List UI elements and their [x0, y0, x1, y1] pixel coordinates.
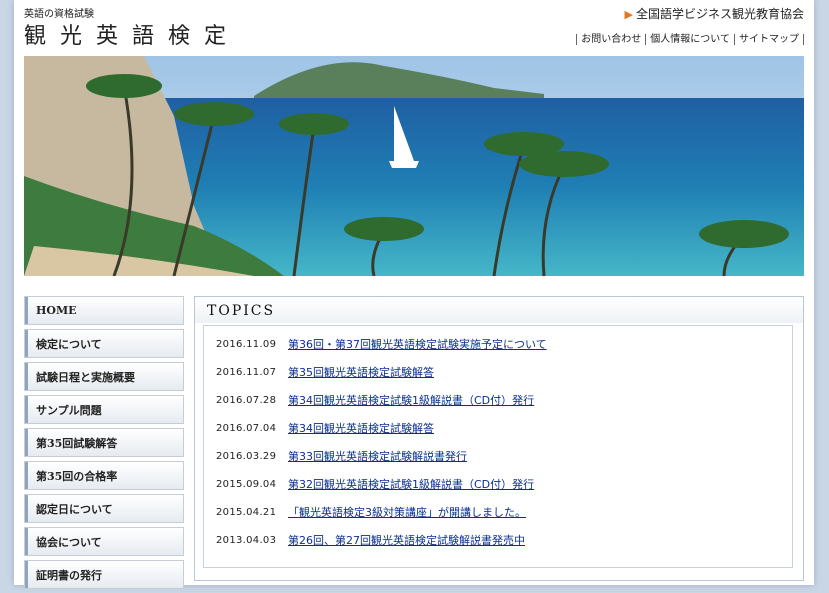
organization-link[interactable]: ▶ 全国語学ビジネス観光教育協会: [625, 5, 804, 22]
topics-panel: TOPICS 2016.11.09 第36回・第37回観光英語検定試験実施予定に…: [194, 296, 804, 581]
news-link[interactable]: 第34回観光英語検定試験1級解説書（CD付）発行: [288, 392, 534, 408]
hero-image: [24, 56, 804, 276]
news-link[interactable]: 第26回、第27回観光英語検定試験解説書発売中: [288, 532, 525, 548]
sidebar-item-sample-questions[interactable]: サンプル問題: [24, 395, 184, 424]
news-link[interactable]: 第35回観光英語検定試験解答: [288, 364, 434, 380]
utility-nav: お問い合わせ 個人情報について サイトマップ: [576, 30, 804, 45]
news-item: 2013.04.03 第26回、第27回観光英語検定試験解説書発売中: [216, 532, 525, 548]
news-date: 2015.04.21: [216, 506, 277, 518]
news-item: 2016.11.09 第36回・第37回観光英語検定試験実施予定について: [216, 336, 547, 352]
sidebar-item-about-exam[interactable]: 検定について: [24, 329, 184, 358]
sidebar-item-home[interactable]: HOME: [24, 296, 184, 325]
news-item: 2015.04.21 「観光英語検定3級対策講座」が開講しました。: [216, 504, 526, 520]
sidebar-item-association[interactable]: 協会について: [24, 527, 184, 556]
news-date: 2016.07.28: [216, 394, 277, 406]
news-link[interactable]: 第32回観光英語検定試験1級解説書（CD付）発行: [288, 476, 534, 492]
topics-list: 2016.11.09 第36回・第37回観光英語検定試験実施予定について 201…: [203, 325, 793, 568]
sidebar-item-pass-rate[interactable]: 第35回の合格率: [24, 461, 184, 490]
sidebar-item-certification-date[interactable]: 認定日について: [24, 494, 184, 523]
sitemap-link[interactable]: サイトマップ: [734, 34, 804, 45]
page-container: 英語の資格試験 観光英語検定 ▶ 全国語学ビジネス観光教育協会 お問い合わせ 個人情…: [14, 0, 814, 589]
news-item: 2016.11.07 第35回観光英語検定試験解答: [216, 364, 434, 380]
sidebar-item-schedule[interactable]: 試験日程と実施概要: [24, 362, 184, 391]
news-link[interactable]: 第34回観光英語検定試験解答: [288, 420, 434, 436]
news-link[interactable]: 第36回・第37回観光英語検定試験実施予定について: [288, 336, 547, 352]
sidebar-nav: HOME 検定について 試験日程と実施概要 サンプル問題 第35回試験解答 第3…: [24, 296, 184, 593]
topics-heading: TOPICS: [195, 297, 803, 323]
news-date: 2015.09.04: [216, 478, 277, 490]
news-date: 2016.11.07: [216, 366, 277, 378]
news-date: 2016.03.29: [216, 450, 277, 462]
news-date: 2016.07.04: [216, 422, 277, 434]
site-title[interactable]: 観光英語検定: [24, 18, 240, 50]
organization-name: 全国語学ビジネス観光教育協会: [635, 7, 804, 21]
sidebar-item-answers[interactable]: 第35回試験解答: [24, 428, 184, 457]
contact-link[interactable]: お問い合わせ: [576, 34, 646, 45]
news-date: 2016.11.09: [216, 338, 277, 350]
news-link[interactable]: 「観光英語検定3級対策講座」が開講しました。: [288, 504, 526, 520]
news-date: 2013.04.03: [216, 534, 277, 546]
news-link[interactable]: 第33回観光英語検定試験解説書発行: [288, 448, 467, 464]
triangle-right-icon: ▶: [624, 8, 633, 21]
news-item: 2016.03.29 第33回観光英語検定試験解説書発行: [216, 448, 467, 464]
news-item: 2015.09.04 第32回観光英語検定試験1級解説書（CD付）発行: [216, 476, 534, 492]
news-item: 2016.07.28 第34回観光英語検定試験1級解説書（CD付）発行: [216, 392, 534, 408]
privacy-link[interactable]: 個人情報について: [645, 34, 734, 45]
news-item: 2016.07.04 第34回観光英語検定試験解答: [216, 420, 434, 436]
